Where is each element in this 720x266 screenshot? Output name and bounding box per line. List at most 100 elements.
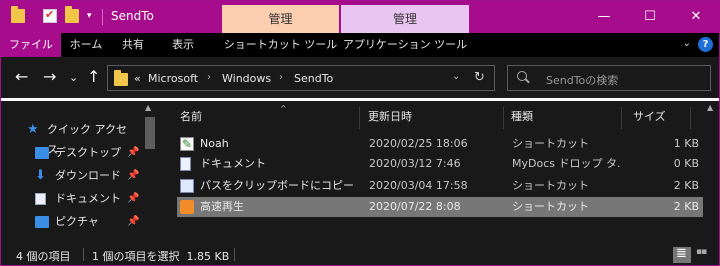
expand-ribbon-icon[interactable]: ⌄	[683, 38, 691, 49]
column-separator[interactable]	[359, 107, 360, 129]
column-separator[interactable]	[621, 107, 622, 129]
nav-item-downloads[interactable]: ⬇ ダウンロード 📌	[35, 166, 145, 186]
breadcrumb-microsoft[interactable]: Microsoft	[148, 72, 198, 85]
tab-share[interactable]: 共有	[113, 33, 153, 57]
maximize-button[interactable]: ☐	[627, 1, 673, 33]
search-box[interactable]: SendToの検索	[507, 65, 711, 91]
file-date: 2020/02/25 18:06	[369, 137, 468, 150]
status-bar: 4 個の項目 1 個の項目を選択 1.85 KB	[1, 243, 719, 265]
file-name: ドキュメント	[200, 157, 266, 170]
clipboard-shortcut-icon	[180, 179, 194, 193]
tab-file[interactable]: ファイル	[1, 33, 61, 57]
nav-item-label: デスクトップ	[55, 146, 121, 159]
close-button[interactable]: ✕	[673, 1, 719, 33]
scroll-up-icon[interactable]: ▲	[145, 103, 151, 112]
up-button[interactable]: ↑	[87, 69, 100, 85]
column-separator[interactable]	[503, 107, 504, 129]
title-separator	[102, 9, 103, 25]
recent-locations-button[interactable]: ⌄	[69, 70, 78, 86]
file-size: 2 KB	[673, 179, 699, 192]
file-name: パスをクリップボードにコピー	[200, 179, 354, 192]
speed-play-shortcut-icon	[180, 200, 194, 214]
scroll-up-icon[interactable]: ▲	[707, 103, 713, 112]
pin-icon: 📌	[127, 216, 140, 227]
properties-icon[interactable]	[43, 8, 57, 23]
column-header-date[interactable]: 更新日時	[368, 108, 498, 128]
forward-button[interactable]: →	[43, 69, 56, 85]
file-name: 高速再生	[200, 200, 244, 213]
nav-item-label: ピクチャ	[55, 215, 99, 228]
folder-icon	[11, 6, 25, 23]
download-icon: ⬇	[35, 168, 46, 183]
star-icon: ★	[27, 122, 39, 137]
back-button[interactable]: ←	[15, 69, 28, 85]
file-type: ショートカット	[512, 179, 589, 192]
nav-item-label: ドキュメント	[55, 192, 121, 205]
status-selection: 1 個の項目を選択 1.85 KB	[92, 250, 230, 263]
large-icons-view-button[interactable]	[695, 247, 713, 263]
navpane-scrollbar[interactable]: ▲	[143, 101, 155, 242]
file-date: 2020/07/22 8:08	[369, 200, 461, 213]
details-view-button[interactable]	[673, 247, 691, 263]
ribbon-tabs: ファイル ホーム 共有 表示 ショートカット ツール アプリケーション ツール …	[1, 33, 719, 57]
help-icon[interactable]: ?	[698, 37, 713, 52]
breadcrumb-separator[interactable]: ›	[207, 72, 211, 83]
address-dropdown-icon[interactable]: ⌄	[452, 71, 460, 82]
navigation-bar: ← → ⌄ ↑ « Microsoft › Windows › SendTo ⌄…	[1, 57, 719, 99]
column-header-name[interactable]: 名前 ^	[180, 104, 350, 128]
file-type: ショートカット	[512, 200, 589, 213]
nav-item-pictures[interactable]: ピクチャ 📌	[35, 212, 145, 232]
column-header-type[interactable]: 種類	[511, 108, 611, 128]
file-type: MyDocs ドロップ タ...	[512, 157, 620, 170]
new-folder-icon[interactable]	[65, 6, 79, 23]
address-bar[interactable]: « Microsoft › Windows › SendTo ⌄ ↻	[107, 65, 495, 91]
minimize-button[interactable]: —	[581, 1, 627, 33]
file-list-scrollbar[interactable]: ▲	[703, 101, 719, 242]
file-date: 2020/03/04 17:58	[369, 179, 468, 192]
nav-item-label: ダウンロード	[55, 169, 121, 182]
address-folder-icon	[114, 70, 128, 86]
nav-item-quick-access[interactable]: ★ クイック アクセス	[27, 120, 137, 156]
sort-ascending-icon: ^	[280, 104, 287, 113]
breadcrumb-separator[interactable]: ›	[279, 72, 283, 83]
file-size: 0 KB	[673, 157, 699, 170]
file-row-noah[interactable]: Noah 2020/02/25 18:06 ショートカット 1 KB	[177, 134, 703, 154]
address-overflow[interactable]: «	[134, 72, 141, 85]
status-item-count: 4 個の項目	[16, 250, 71, 263]
column-header-size[interactable]: サイズ	[633, 108, 693, 128]
file-date: 2020/03/12 7:46	[369, 157, 461, 170]
pin-icon: 📌	[127, 147, 140, 158]
search-icon	[517, 71, 527, 81]
context-tab-manage-shortcut[interactable]: 管理	[222, 5, 339, 33]
quick-access-toolbar-dropdown[interactable]: ▾	[87, 10, 92, 22]
nav-item-desktop[interactable]: デスクトップ 📌	[35, 143, 145, 163]
breadcrumb-sendto[interactable]: SendTo	[294, 72, 333, 85]
pin-icon: 📌	[127, 193, 140, 204]
refresh-icon[interactable]: ↻	[474, 70, 485, 85]
title-bar[interactable]: ▾ SendTo 管理 管理 — ☐ ✕	[1, 1, 719, 33]
file-row-copy-path[interactable]: パスをクリップボードにコピー 2020/03/04 17:58 ショートカット …	[177, 176, 703, 196]
file-size: 1 KB	[673, 137, 699, 150]
desktop-icon	[35, 147, 49, 159]
file-name: Noah	[200, 137, 229, 150]
status-separator	[83, 248, 84, 261]
tab-shortcut-tools[interactable]: ショートカット ツール	[222, 33, 339, 57]
context-tab-manage-application[interactable]: 管理	[341, 5, 469, 33]
status-separator	[234, 248, 235, 261]
file-row-documents[interactable]: ドキュメント 2020/03/12 7:46 MyDocs ドロップ タ... …	[177, 154, 703, 174]
file-row-speed-play[interactable]: 高速再生 2020/07/22 8:08 ショートカット 2 KB	[177, 197, 703, 217]
scrollbar-thumb[interactable]	[145, 117, 155, 149]
column-separator[interactable]	[690, 107, 691, 129]
file-size: 2 KB	[673, 200, 699, 213]
window-title: SendTo	[111, 9, 154, 23]
pin-icon: 📌	[127, 170, 140, 181]
tab-home[interactable]: ホーム	[63, 33, 109, 57]
breadcrumb-windows[interactable]: Windows	[222, 72, 271, 85]
tab-application-tools[interactable]: アプリケーション ツール	[341, 33, 469, 57]
documents-icon	[35, 193, 46, 205]
tab-view[interactable]: 表示	[163, 33, 203, 57]
navigation-pane: ★ クイック アクセス デスクトップ 📌 ⬇ ダウンロード 📌 ドキュメント 📌…	[1, 101, 159, 242]
search-placeholder: SendToの検索	[546, 74, 619, 87]
nav-item-documents[interactable]: ドキュメント 📌	[35, 189, 145, 209]
file-type: ショートカット	[512, 137, 589, 150]
